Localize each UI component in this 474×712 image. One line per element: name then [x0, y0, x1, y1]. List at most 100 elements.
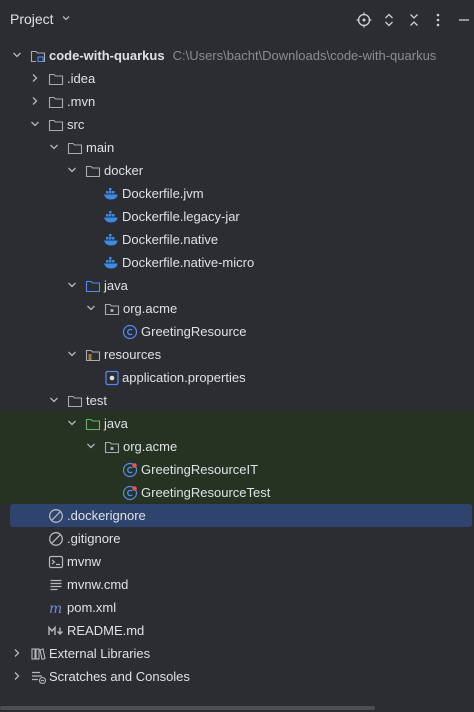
tree-node-label: java	[104, 278, 128, 293]
tree-node-test-java[interactable]: java	[0, 412, 474, 435]
folder-icon	[67, 142, 83, 155]
resources-folder-icon	[85, 349, 101, 362]
expand-all-icon[interactable]	[379, 10, 399, 30]
tree-node-greeting-resource-test[interactable]: GreetingResourceTest	[0, 481, 474, 504]
panel-title: Project	[10, 11, 54, 27]
tree-node-label: GreetingResource	[141, 324, 247, 339]
chevron-right-icon[interactable]	[29, 95, 41, 107]
tree-node-label: Dockerfile.native	[122, 232, 219, 247]
text-file-icon	[50, 579, 62, 591]
horizontal-scrollbar[interactable]	[0, 706, 474, 712]
collapse-all-icon[interactable]	[404, 10, 424, 30]
chevron-right-icon[interactable]	[29, 72, 41, 84]
tree-node-label: docker	[104, 163, 144, 178]
tree-node-gitignore[interactable]: .gitignore	[0, 527, 474, 550]
docker-icon	[104, 211, 118, 223]
tree-node-label: External Libraries	[49, 646, 151, 661]
tree-node-label: application.properties	[122, 370, 246, 385]
tree-node-pom[interactable]: m pom.xml	[0, 596, 474, 619]
tree-node-idea[interactable]: .idea	[0, 67, 474, 90]
tree-node-dockerignore[interactable]: .dockerignore	[10, 504, 472, 527]
tree-node-root[interactable]: code-with-quarkus C:\Users\bacht\Download…	[0, 44, 474, 67]
project-root-name: code-with-quarkus	[49, 48, 165, 63]
tree-node-docker[interactable]: docker	[0, 159, 474, 182]
tree-node-src[interactable]: src	[0, 113, 474, 136]
tree-node-label: Scratches and Consoles	[49, 669, 190, 684]
project-panel-header: Project	[0, 0, 474, 40]
folder-icon	[85, 165, 101, 178]
package-icon	[104, 441, 120, 454]
chevron-down-icon[interactable]	[11, 49, 23, 61]
more-options-icon[interactable]	[428, 10, 448, 30]
chevron-down-icon[interactable]	[66, 164, 78, 176]
tree-node-label: Dockerfile.native-micro	[122, 255, 255, 270]
svg-text:m: m	[49, 601, 62, 616]
project-view-selector[interactable]: Project	[10, 11, 72, 27]
maven-icon: m	[49, 601, 62, 616]
tree-node-test[interactable]: test	[0, 389, 474, 412]
chevron-down-icon[interactable]	[66, 417, 78, 429]
tree-node-dockerfile-jvm[interactable]: Dockerfile.jvm	[0, 182, 474, 205]
class-icon	[122, 324, 138, 340]
tree-node-label: mvnw.cmd	[67, 577, 129, 592]
tree-node-label: .dockerignore	[67, 508, 146, 523]
folder-icon	[48, 119, 64, 132]
tree-node-mvnw-cmd[interactable]: mvnw.cmd	[0, 573, 474, 596]
hide-panel-icon[interactable]	[454, 10, 474, 30]
scrollbar-thumb[interactable]	[0, 706, 375, 710]
chevron-down-icon[interactable]	[48, 394, 60, 406]
chevron-down-icon[interactable]	[85, 302, 97, 314]
project-root-path: C:\Users\bacht\Downloads\code-with-quark…	[172, 48, 437, 63]
tree-node-mvn[interactable]: .mvn	[0, 90, 474, 113]
markdown-icon	[48, 625, 63, 635]
project-tree: code-with-quarkus C:\Users\bacht\Download…	[0, 44, 474, 688]
chevron-right-icon[interactable]	[11, 647, 23, 659]
module-folder-icon	[30, 50, 46, 63]
tree-node-label: test	[86, 393, 107, 408]
tree-node-label: org.acme	[123, 439, 178, 454]
test-class-icon	[122, 485, 138, 501]
test-class-icon	[122, 462, 138, 478]
tree-node-label: .gitignore	[67, 531, 121, 546]
chevron-down-icon[interactable]	[66, 279, 78, 291]
tree-node-label: Dockerfile.jvm	[122, 186, 204, 201]
docker-icon	[104, 188, 118, 200]
chevron-down-icon[interactable]	[85, 440, 97, 452]
tree-node-label: main	[86, 140, 115, 155]
tree-node-greeting-resource-it[interactable]: GreetingResourceIT	[0, 458, 474, 481]
package-icon	[104, 303, 120, 316]
tree-node-mvnw[interactable]: mvnw	[0, 550, 474, 573]
chevron-right-icon[interactable]	[11, 670, 23, 682]
folder-icon	[48, 96, 64, 109]
library-icon	[31, 648, 46, 660]
tree-node-main[interactable]: main	[0, 136, 474, 159]
tree-node-dockerfile-native-micro[interactable]: Dockerfile.native-micro	[0, 251, 474, 274]
tree-node-label: org.acme	[123, 301, 178, 316]
tree-node-label: GreetingResourceIT	[141, 462, 259, 477]
chevron-down-icon[interactable]	[29, 118, 41, 130]
tree-node-scratches[interactable]: Scratches and Consoles	[0, 665, 474, 688]
tree-node-label: .idea	[67, 71, 96, 86]
tree-node-external-libraries[interactable]: External Libraries	[0, 642, 474, 665]
tree-node-greeting-resource[interactable]: GreetingResource	[0, 320, 474, 343]
chevron-down-icon[interactable]	[48, 141, 60, 153]
locate-target-icon[interactable]	[354, 10, 374, 30]
tree-node-org-acme[interactable]: org.acme	[0, 297, 474, 320]
tree-node-application-properties[interactable]: application.properties	[0, 366, 474, 389]
shell-script-icon	[48, 555, 64, 569]
tree-node-dockerfile-legacy[interactable]: Dockerfile.legacy-jar	[0, 205, 474, 228]
tree-node-resources[interactable]: resources	[0, 343, 474, 366]
tree-node-label: README.md	[67, 623, 145, 638]
tree-node-java[interactable]: java	[0, 274, 474, 297]
ignore-file-icon	[49, 509, 63, 523]
chevron-down-icon[interactable]	[66, 348, 78, 360]
tree-node-label: GreetingResourceTest	[141, 485, 271, 500]
tree-node-label: mvnw	[67, 554, 101, 569]
chevron-down-icon	[58, 11, 72, 27]
tree-node-readme[interactable]: README.md	[0, 619, 474, 642]
tree-node-label: src	[67, 117, 85, 132]
ignore-file-icon	[49, 532, 63, 546]
tree-node-dockerfile-native[interactable]: Dockerfile.native	[0, 228, 474, 251]
docker-icon	[104, 234, 118, 246]
tree-node-test-org-acme[interactable]: org.acme	[0, 435, 474, 458]
